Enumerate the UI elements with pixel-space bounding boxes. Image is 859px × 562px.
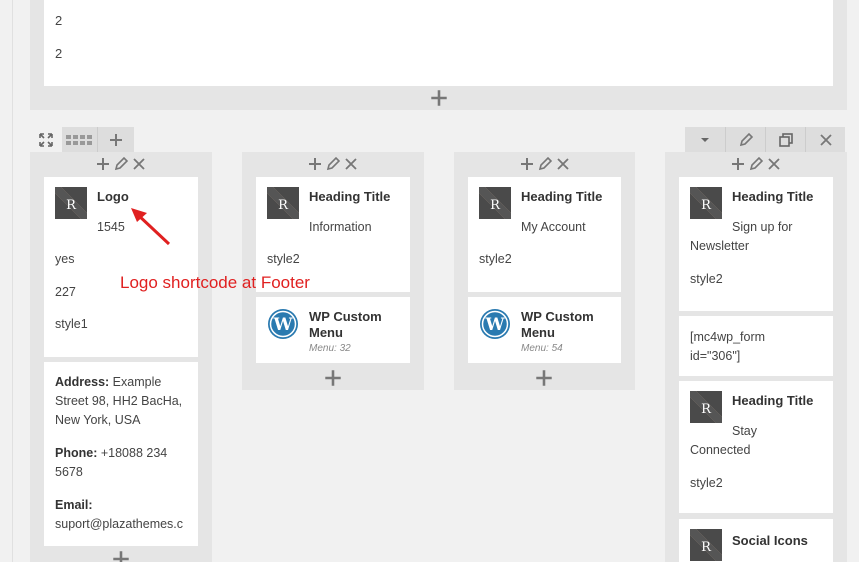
close-icon[interactable]: [805, 127, 845, 153]
add-element-icon[interactable]: [535, 369, 553, 387]
column-controls: [242, 152, 424, 176]
column-controls: [30, 152, 212, 176]
add-element-icon[interactable]: [112, 550, 130, 562]
expand-icon[interactable]: [30, 127, 62, 153]
column-controls: [454, 152, 635, 176]
left-gutter: [0, 0, 12, 562]
param-style: style2: [690, 272, 723, 286]
wp-custom-menu-element[interactable]: WP Custom Menu Menu: 54: [468, 297, 621, 363]
element-title: Social Icons: [732, 533, 808, 548]
param-value: 227: [55, 285, 76, 299]
element-title: Heading Title: [309, 189, 391, 204]
shortcode-text: id="306"]: [690, 349, 741, 363]
close-icon[interactable]: [344, 157, 358, 171]
heading-text: Information: [309, 220, 372, 234]
pencil-icon[interactable]: [725, 127, 765, 153]
param-value: yes: [55, 252, 75, 266]
menu-id: Menu: 54: [521, 343, 563, 354]
pencil-icon[interactable]: [749, 157, 763, 171]
param-style: style1: [55, 317, 88, 331]
param-style: style2: [479, 252, 512, 266]
duplicate-icon[interactable]: [765, 127, 805, 153]
previous-value-2: 2: [55, 46, 63, 61]
column-3: Heading Title My Account style2 WP Custo…: [454, 152, 635, 390]
email-text: Email: suport@plazathemes.c: [55, 498, 184, 531]
heading-text: Sign up for: [732, 220, 793, 234]
add-icon[interactable]: [731, 157, 745, 171]
column-1: Logo 1545 yes 227 style1 Address: Exampl…: [30, 152, 212, 562]
close-icon[interactable]: [767, 157, 781, 171]
element-title: Heading Title: [732, 393, 814, 408]
add-icon[interactable]: [96, 157, 110, 171]
heading-title-element[interactable]: Heading Title Stay Connected style2: [679, 381, 833, 513]
column-2: Heading Title Information style2 WP Cust…: [242, 152, 424, 390]
theme-logo-icon: [267, 187, 299, 219]
row-toolbar-left: [30, 127, 134, 153]
element-title: WP Custom Menu: [521, 309, 594, 340]
annotation-text: Logo shortcode at Footer: [120, 273, 310, 292]
row-toolbar-right: [685, 127, 845, 153]
wordpress-icon: [267, 308, 299, 340]
social-icons-element[interactable]: Social Icons: [679, 519, 833, 562]
add-icon[interactable]: [520, 157, 534, 171]
param-style: style2: [690, 476, 723, 490]
previous-value-1: 2: [55, 13, 63, 28]
theme-logo-icon: [690, 529, 722, 561]
close-icon[interactable]: [556, 157, 570, 171]
add-column-icon[interactable]: [98, 127, 134, 153]
close-icon[interactable]: [132, 157, 146, 171]
column-4: Heading Title Sign up for Newsletter sty…: [665, 152, 847, 562]
logo-id: 1545: [97, 220, 125, 234]
theme-logo-icon: [690, 187, 722, 219]
element-title: Heading Title: [521, 189, 603, 204]
param-style: style2: [267, 252, 300, 266]
theme-logo-icon: [690, 391, 722, 423]
wordpress-icon: [479, 308, 511, 340]
add-icon[interactable]: [308, 157, 322, 171]
element-title: Logo: [97, 189, 129, 204]
phone-text: Phone: +18088 234 5678: [55, 446, 168, 479]
pencil-icon[interactable]: [326, 157, 340, 171]
element-title: WP Custom Menu: [309, 309, 382, 340]
column-controls: [665, 152, 847, 176]
element-title: Heading Title: [732, 189, 814, 204]
pencil-icon[interactable]: [114, 157, 128, 171]
heading-text: My Account: [521, 220, 586, 234]
contact-text-element[interactable]: Address: Example Street 98, HH2 BacHa, N…: [44, 362, 198, 546]
previous-row: 2 2: [30, 0, 847, 110]
heading-title-element[interactable]: Heading Title Sign up for Newsletter sty…: [679, 177, 833, 311]
add-element-icon[interactable]: [430, 88, 448, 108]
wp-custom-menu-element[interactable]: WP Custom Menu Menu: 32: [256, 297, 410, 363]
annotation-arrow-icon: [131, 208, 171, 246]
menu-id: Menu: 32: [309, 343, 351, 354]
add-element-icon[interactable]: [324, 369, 342, 387]
theme-logo-icon: [479, 187, 511, 219]
heading-text: Connected: [690, 443, 751, 457]
theme-logo-icon: [55, 187, 87, 219]
shortcode-text: [mc4wp_form: [690, 330, 766, 344]
previous-row-card: 2 2: [44, 0, 833, 86]
shortcode-element[interactable]: [mc4wp_form id="306"]: [679, 316, 833, 376]
pencil-icon[interactable]: [538, 157, 552, 171]
heading-text: Stay: [732, 424, 758, 438]
heading-text: Newsletter: [690, 239, 750, 253]
columns-layout-icon[interactable]: [62, 127, 98, 153]
heading-title-element[interactable]: Heading Title My Account style2: [468, 177, 621, 292]
left-divider: [12, 0, 13, 562]
chevron-down-icon[interactable]: [685, 127, 725, 153]
address-text: Address: Example Street 98, HH2 BacHa, N…: [55, 375, 183, 427]
